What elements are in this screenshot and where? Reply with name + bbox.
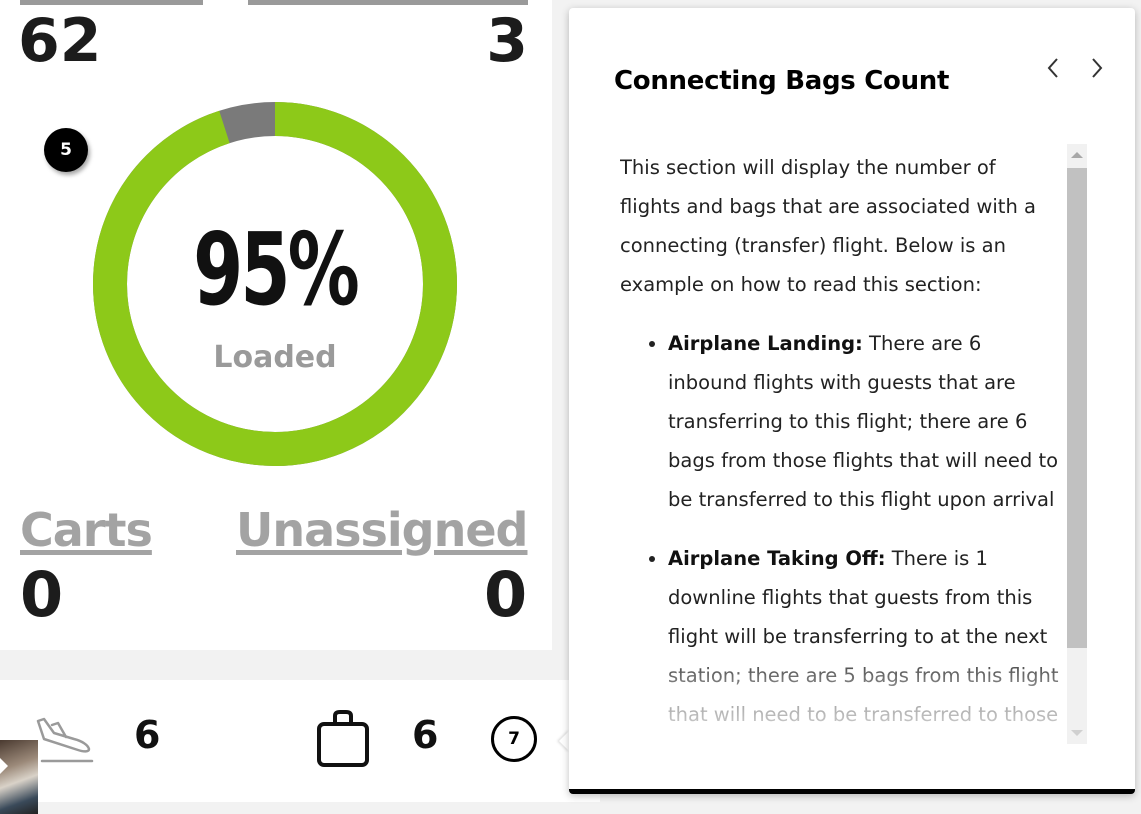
play-arrow-icon (0, 758, 8, 774)
list-item: Airplane Taking Off: There is 1 downline… (668, 539, 1060, 738)
legend-text: There is 1 downline flights that guests … (668, 547, 1059, 726)
popup-title: Connecting Bags Count (614, 66, 950, 96)
connecting-bags-count: 6 (412, 713, 439, 757)
step-badge-7[interactable]: 7 (491, 716, 537, 762)
chevron-left-icon (1047, 58, 1058, 78)
loaded-label: Loaded (213, 340, 337, 375)
popup-body: This section will display the number of … (620, 148, 1060, 738)
airplane-landing-icon (36, 717, 94, 763)
previous-button[interactable] (1039, 54, 1067, 82)
video-thumbnail[interactable] (0, 740, 38, 814)
chevron-right-icon (1092, 58, 1103, 78)
scroll-up-icon[interactable] (1071, 152, 1083, 158)
divider (20, 0, 203, 5)
scrollbar-thumb[interactable] (1067, 168, 1087, 648)
legend-term: Airplane Taking Off: (668, 547, 886, 570)
carts-label[interactable]: Carts (20, 503, 153, 557)
inbound-flights-count: 6 (134, 713, 161, 757)
top-left-count: 62 (18, 6, 102, 76)
popup-legend-list: Airplane Landing: There are 6 inbound fl… (620, 324, 1060, 738)
legend-text: There are 6 inbound flights with guests … (668, 332, 1059, 511)
divider (248, 0, 528, 5)
popup-scrollbar[interactable] (1067, 144, 1087, 744)
bag-icon (317, 710, 369, 767)
loaded-percent: 95% (193, 211, 360, 328)
help-popup: Connecting Bags Count This section will … (569, 8, 1135, 794)
list-item: Airplane Landing: There are 6 inbound fl… (668, 324, 1060, 519)
legend-term: Airplane Landing: (668, 332, 863, 355)
unassigned-label[interactable]: Unassigned (236, 503, 528, 557)
carts-count: 0 (20, 558, 64, 631)
unassigned-count: 0 (484, 558, 528, 631)
top-right-count: 3 (486, 6, 528, 76)
loading-summary-card: 62 3 95% Loaded Carts Unassigned 0 0 (0, 0, 552, 650)
app-stage: 62 3 95% Loaded Carts Unassigned 0 0 5 6… (0, 0, 1141, 814)
popup-intro: This section will display the number of … (620, 156, 1036, 296)
next-button[interactable] (1083, 54, 1111, 82)
step-badge-5[interactable]: 5 (44, 128, 88, 172)
scroll-down-icon[interactable] (1071, 730, 1083, 736)
